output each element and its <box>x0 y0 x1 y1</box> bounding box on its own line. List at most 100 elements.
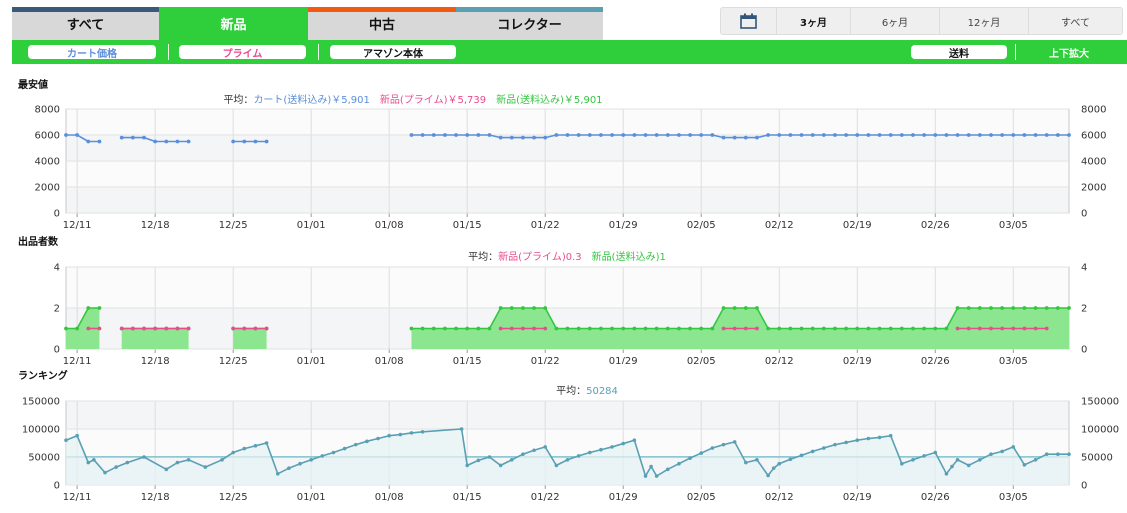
plot-band <box>66 401 1069 429</box>
data-point <box>688 326 692 331</box>
tab-new[interactable]: 新品 <box>159 7 308 40</box>
x-tick-label: 12/25 <box>219 492 248 503</box>
tab-all[interactable]: すべて <box>12 7 159 40</box>
data-point <box>554 326 559 331</box>
calendar-icon[interactable] <box>721 8 776 34</box>
data-point <box>498 463 503 468</box>
data-point <box>543 135 548 140</box>
data-point <box>732 440 737 444</box>
filter-bar: カート価格 プライム アマゾン本体 送料 上下拡大 <box>12 40 1127 64</box>
x-tick-label: 02/26 <box>921 220 950 230</box>
data-point <box>1033 306 1038 310</box>
data-point <box>1067 133 1071 137</box>
data-point <box>755 326 759 331</box>
data-point <box>509 326 514 331</box>
x-tick-label: 02/05 <box>687 220 716 230</box>
data-point <box>621 326 626 331</box>
data-point <box>1000 326 1005 331</box>
data-point <box>833 442 837 447</box>
data-point <box>677 461 681 466</box>
data-point <box>599 133 603 137</box>
data-point <box>665 326 670 331</box>
tab-used[interactable]: 中古 <box>308 7 456 40</box>
range-6-months[interactable]: 6ヶ月 <box>850 8 939 34</box>
x-tick-label: 01/08 <box>375 492 404 503</box>
range-3-months[interactable]: 3ヶ月 <box>776 8 850 34</box>
chart-subtitle: 平均：新品(プライム)0.3 新品(送料込み)1 <box>468 250 666 263</box>
data-point <box>521 306 525 310</box>
filter-divider <box>168 44 169 60</box>
data-point <box>103 470 107 475</box>
filter-shipping[interactable]: 送料 <box>911 45 1007 60</box>
data-point <box>186 326 191 331</box>
tab-used-accent <box>308 7 456 12</box>
filter-amazon[interactable]: アマゾン本体 <box>330 45 456 60</box>
data-point <box>186 139 191 144</box>
vertical-zoom-toggle[interactable]: 上下拡大 <box>1049 45 1089 60</box>
data-point <box>788 326 793 331</box>
data-point <box>799 326 804 331</box>
data-point <box>710 446 715 450</box>
range-12-months[interactable]: 12ヶ月 <box>939 8 1028 34</box>
data-point <box>743 326 748 331</box>
data-point <box>677 133 681 137</box>
data-point <box>75 133 80 137</box>
data-point <box>978 458 982 462</box>
data-point <box>119 135 124 140</box>
filter-cart-price[interactable]: カート価格 <box>28 45 156 60</box>
y-tick-label-left: 150000 <box>22 397 60 408</box>
x-tick-label: 01/01 <box>297 356 326 364</box>
data-point <box>253 326 258 331</box>
data-point <box>565 458 570 462</box>
range-all[interactable]: すべて <box>1028 8 1122 34</box>
data-point <box>186 458 191 462</box>
data-point <box>532 326 536 331</box>
x-tick-label: 02/19 <box>843 220 872 230</box>
data-point <box>509 458 514 462</box>
data-point <box>955 133 960 137</box>
data-point <box>732 326 737 331</box>
filter-divider <box>1015 44 1016 60</box>
x-tick-label: 03/05 <box>999 220 1028 230</box>
filter-prime[interactable]: プライム <box>179 45 306 60</box>
data-point <box>431 326 436 331</box>
data-point <box>966 463 971 468</box>
x-tick-label: 12/18 <box>141 220 170 230</box>
data-point <box>487 326 492 331</box>
tab-used-label: 中古 <box>368 18 395 33</box>
area-fill <box>233 328 267 349</box>
data-point <box>576 133 581 137</box>
data-point <box>431 133 436 137</box>
data-point <box>1033 458 1038 462</box>
data-point <box>443 133 447 137</box>
data-point <box>950 464 954 469</box>
data-point <box>521 452 525 456</box>
data-point <box>576 454 581 458</box>
data-point <box>966 133 971 137</box>
data-point <box>92 458 96 462</box>
chart-title: 出品者数 <box>18 235 59 248</box>
data-point <box>788 457 793 462</box>
data-point <box>688 133 692 137</box>
data-point <box>554 463 559 468</box>
data-point <box>1022 326 1027 331</box>
data-point <box>911 133 915 137</box>
data-point <box>755 306 759 310</box>
data-point <box>565 326 570 331</box>
data-point <box>75 326 80 331</box>
plot-band <box>66 187 1069 213</box>
data-point <box>164 467 169 472</box>
data-point <box>420 430 425 434</box>
data-point <box>264 441 269 445</box>
y-tick-label-right: 0 <box>1081 345 1087 356</box>
x-tick-label: 01/22 <box>531 220 560 230</box>
data-point <box>799 453 804 458</box>
data-point <box>86 306 91 310</box>
data-point <box>732 306 737 310</box>
x-tick-label: 12/11 <box>63 492 92 503</box>
x-tick-label: 03/05 <box>999 492 1028 503</box>
data-point <box>1033 133 1038 137</box>
x-tick-label: 01/29 <box>609 356 638 364</box>
tab-collector[interactable]: コレクター <box>456 7 603 40</box>
data-point <box>844 133 849 137</box>
